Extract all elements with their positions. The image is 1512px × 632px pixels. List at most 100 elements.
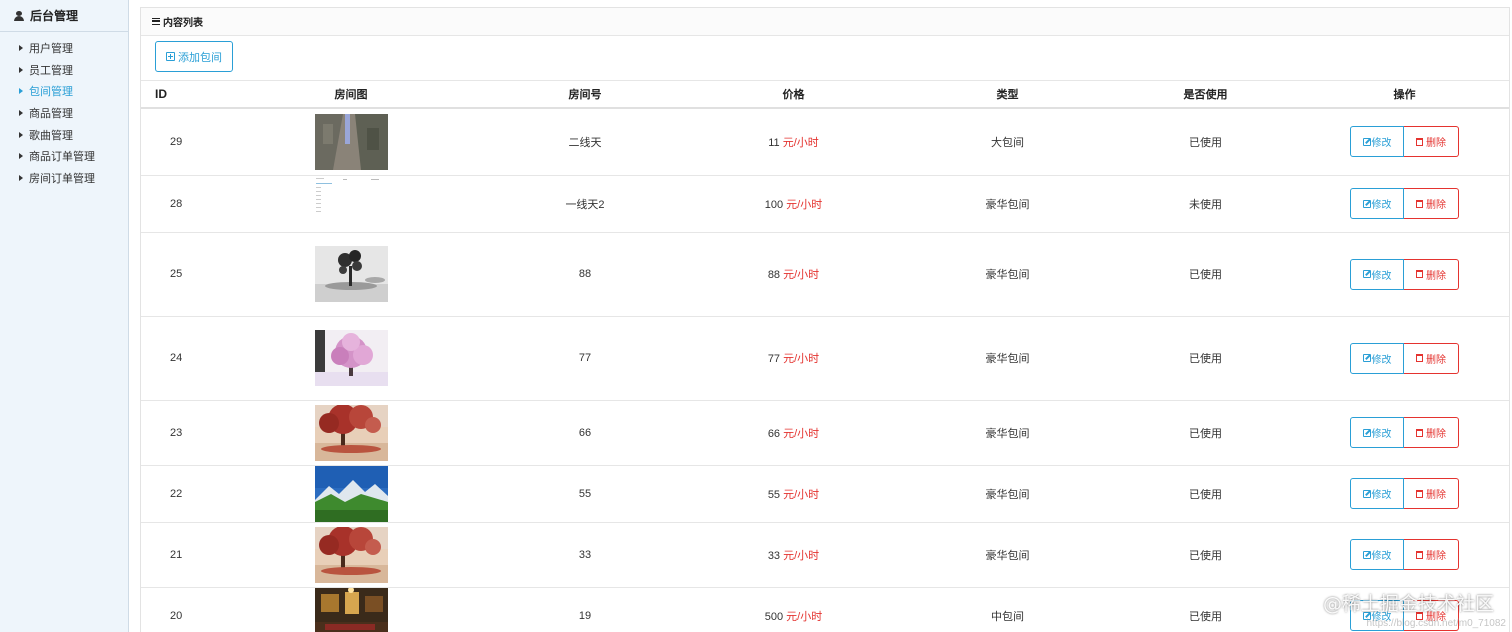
price-unit: 元/小时 bbox=[782, 136, 819, 149]
room-number-cell: 88 bbox=[487, 232, 683, 317]
usage-status-cell: 已使用 bbox=[1111, 465, 1300, 523]
room-thumbnail bbox=[215, 526, 487, 583]
edit-label: 修改 bbox=[1371, 270, 1392, 282]
edit-button[interactable]: 修改 bbox=[1350, 539, 1404, 570]
room-thumbnail bbox=[215, 246, 487, 302]
edit-label: 修改 bbox=[1371, 551, 1392, 562]
sidebar-menu: 用户管理 员工管理 包间管理 商品管理 歌曲管理 商品订单管理 房间订单管理 bbox=[0, 32, 128, 189]
column-header-image: 房间图 bbox=[215, 81, 487, 109]
delete-button[interactable]: 删除 bbox=[1404, 342, 1459, 374]
room-id-cell: 20 bbox=[141, 587, 215, 632]
watermark-url: https://blog.csdn.net/m0_71082 bbox=[1366, 618, 1506, 629]
room-image-cell bbox=[215, 316, 487, 401]
price-cell: 88 元/小时 bbox=[683, 232, 904, 317]
delete-button[interactable]: 删除 bbox=[1404, 258, 1459, 290]
actions-cell: 修改 删除 bbox=[1300, 465, 1509, 523]
room-thumbnail bbox=[215, 587, 487, 632]
price-cell: 100 元/小时 bbox=[683, 175, 904, 233]
edit-icon bbox=[1362, 428, 1371, 437]
caret-right-icon bbox=[19, 109, 23, 116]
price-value: 88 bbox=[767, 269, 781, 281]
edit-icon bbox=[1362, 354, 1371, 362]
room-number-cell: 19 bbox=[487, 587, 683, 632]
trash-icon bbox=[1416, 199, 1423, 208]
edit-button[interactable]: 修改 bbox=[1350, 342, 1404, 374]
edit-icon bbox=[1362, 489, 1371, 498]
edit-button[interactable]: 修改 bbox=[1350, 126, 1404, 158]
room-type-cell: 豪华包间 bbox=[904, 232, 1111, 317]
column-header-status: 是否使用 bbox=[1111, 81, 1300, 109]
room-thumbnail bbox=[215, 175, 487, 232]
price-value: 33 bbox=[767, 549, 781, 562]
room-thumbnail bbox=[215, 330, 487, 386]
content-panel: 内容列表 添加包间 ID 房间图 房间号 价格 类型 是否使用 操作 29 二线天… bbox=[140, 7, 1510, 632]
usage-status-cell: 已使用 bbox=[1111, 316, 1300, 401]
delete-label: 删除 bbox=[1426, 354, 1446, 366]
delete-button[interactable]: 删除 bbox=[1404, 539, 1459, 570]
column-header-type: 类型 bbox=[904, 81, 1111, 109]
table-row: 23 66 66 元/小时 豪华包间 已使用 修改 删除 bbox=[141, 400, 1509, 466]
edit-icon bbox=[1362, 270, 1371, 278]
column-header-price: 价格 bbox=[683, 81, 904, 109]
edit-button[interactable]: 修改 bbox=[1350, 188, 1404, 219]
sidebar-item-product-orders[interactable]: 商品订单管理 bbox=[0, 145, 128, 167]
user-icon bbox=[14, 10, 24, 21]
caret-right-icon bbox=[19, 153, 23, 160]
table-row: 25 88 88 元/小时 豪华包间 已使用 修改 删除 bbox=[141, 232, 1509, 317]
room-number-cell: 77 bbox=[487, 316, 683, 401]
trash-icon bbox=[1416, 137, 1423, 146]
panel-heading: 内容列表 bbox=[141, 8, 1509, 36]
trash-icon bbox=[1416, 354, 1423, 362]
edit-button[interactable]: 修改 bbox=[1350, 417, 1404, 448]
trash-icon bbox=[1416, 550, 1423, 559]
price-unit: 元/小时 bbox=[786, 198, 823, 211]
delete-button[interactable]: 删除 bbox=[1404, 478, 1459, 509]
usage-status-cell: 已使用 bbox=[1111, 522, 1300, 588]
add-room-button[interactable]: 添加包间 bbox=[155, 41, 233, 72]
edit-label: 修改 bbox=[1371, 490, 1392, 501]
room-id-cell: 21 bbox=[141, 522, 215, 588]
sidebar-item-rooms[interactable]: 包间管理 bbox=[0, 80, 128, 102]
delete-label: 删除 bbox=[1426, 551, 1446, 562]
room-number-cell: 66 bbox=[487, 400, 683, 466]
delete-label: 删除 bbox=[1426, 270, 1446, 282]
sidebar-item-staff[interactable]: 员工管理 bbox=[0, 59, 128, 81]
sidebar-item-label: 用户管理 bbox=[29, 42, 73, 55]
sidebar-item-room-orders[interactable]: 房间订单管理 bbox=[0, 167, 128, 189]
room-id-cell: 24 bbox=[141, 316, 215, 401]
sidebar: 后台管理 用户管理 员工管理 包间管理 商品管理 歌曲管理 商品订单管理 房间订… bbox=[0, 0, 129, 632]
table-row: 21 33 33 元/小时 豪华包间 已使用 修改 删除 bbox=[141, 522, 1509, 588]
room-id-cell: 22 bbox=[141, 465, 215, 523]
delete-button[interactable]: 删除 bbox=[1404, 126, 1459, 158]
edit-label: 修改 bbox=[1371, 354, 1392, 366]
caret-right-icon bbox=[19, 44, 23, 51]
room-image-cell bbox=[215, 232, 487, 317]
panel-title: 内容列表 bbox=[163, 18, 203, 29]
edit-button[interactable]: 修改 bbox=[1350, 258, 1404, 290]
room-id-cell: 23 bbox=[141, 400, 215, 466]
actions-cell: 修改 删除 bbox=[1300, 232, 1509, 317]
delete-label: 删除 bbox=[1426, 200, 1446, 211]
price-value: 55 bbox=[767, 488, 781, 501]
sidebar-item-products[interactable]: 商品管理 bbox=[0, 102, 128, 124]
room-image-cell bbox=[215, 175, 487, 233]
sidebar-title: 后台管理 bbox=[30, 9, 79, 23]
delete-button[interactable]: 删除 bbox=[1404, 417, 1459, 448]
sidebar-item-users[interactable]: 用户管理 bbox=[0, 37, 128, 59]
price-cell: 77 元/小时 bbox=[683, 316, 904, 401]
sidebar-item-songs[interactable]: 歌曲管理 bbox=[0, 124, 128, 146]
usage-status-cell: 已使用 bbox=[1111, 400, 1300, 466]
room-number-cell: 二线天 bbox=[487, 108, 683, 176]
room-number-cell: 一线天2 bbox=[487, 175, 683, 233]
price-value: 11 bbox=[768, 136, 780, 149]
edit-button[interactable]: 修改 bbox=[1350, 478, 1404, 509]
price-cell: 33 元/小时 bbox=[683, 522, 904, 588]
delete-button[interactable]: 删除 bbox=[1404, 188, 1459, 219]
actions-cell: 修改 删除 bbox=[1300, 175, 1509, 233]
add-room-label: 添加包间 bbox=[178, 51, 222, 64]
plus-square-icon bbox=[166, 52, 175, 61]
actions-cell: 修改 删除 bbox=[1300, 522, 1509, 588]
sidebar-header: 后台管理 bbox=[0, 0, 128, 32]
price-cell: 55 元/小时 bbox=[683, 465, 904, 523]
price-unit: 元/小时 bbox=[783, 353, 820, 365]
